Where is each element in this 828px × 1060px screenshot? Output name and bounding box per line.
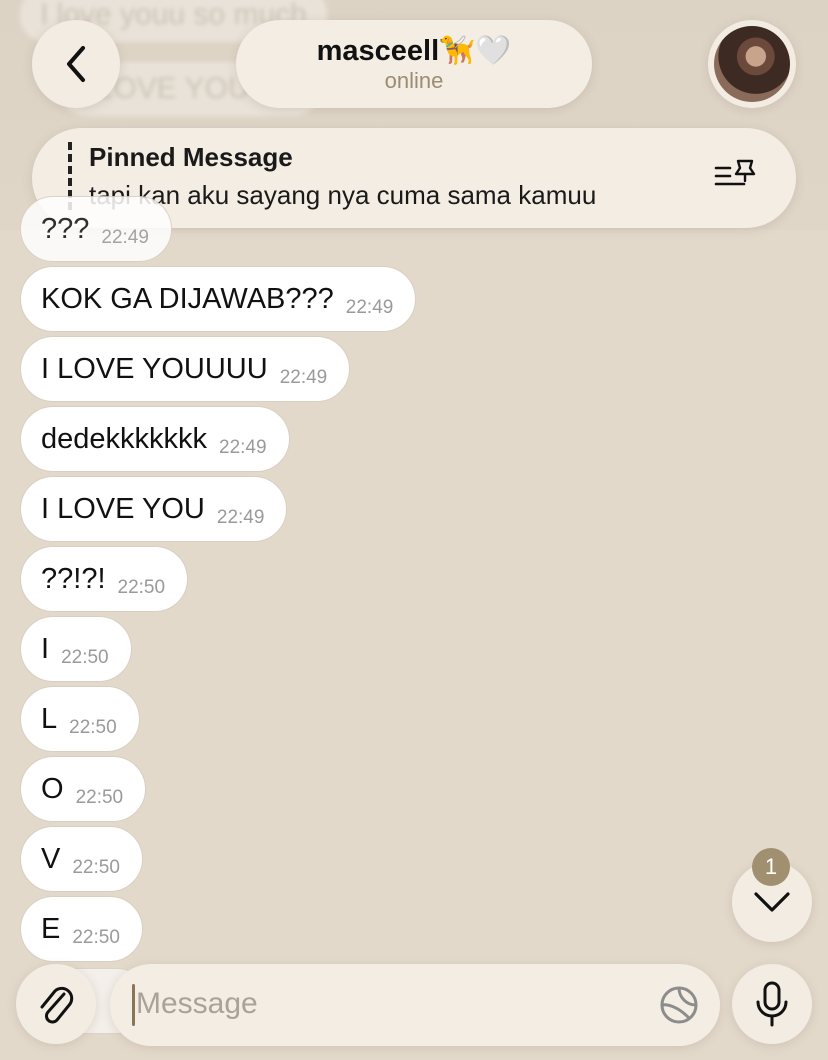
message-bubble[interactable]: dedekkkkkkk 22:49 xyxy=(20,406,290,472)
message-placeholder: Message xyxy=(136,987,258,1020)
message-time: 22:50 xyxy=(117,577,166,598)
message-text: I LOVE YOUUUU xyxy=(41,352,268,385)
message-time: 22:49 xyxy=(216,507,265,528)
message-text: KOK GA DIJAWAB??? xyxy=(41,282,334,315)
message-bubble[interactable]: I LOVE YOU 22:49 xyxy=(20,476,288,542)
pin-list-icon[interactable] xyxy=(714,158,758,194)
message-bubble[interactable]: V 22:50 xyxy=(20,826,143,892)
message-time: 22:49 xyxy=(279,367,328,388)
message-bubble[interactable]: O 22:50 xyxy=(20,756,147,822)
pinned-text: tapi kan aku sayang nya cuma sama kamuu xyxy=(89,180,597,210)
message-time: 22:50 xyxy=(72,927,120,948)
message-time: 22:49 xyxy=(219,437,267,458)
message-text: dedekkkkkkk xyxy=(41,422,208,455)
message-bubble[interactable]: ??? 22:49 xyxy=(20,196,172,262)
chevron-down-icon xyxy=(754,892,790,912)
microphone-icon xyxy=(756,981,788,1027)
text-caret xyxy=(132,984,135,1026)
contact-status: online xyxy=(384,68,444,93)
message-text: E xyxy=(41,912,61,945)
message-text: ??!?! xyxy=(41,562,106,595)
paperclip-icon xyxy=(40,986,74,1024)
message-bubble[interactable]: ??!?! 22:50 xyxy=(20,546,189,612)
message-time: 22:49 xyxy=(345,297,394,318)
voice-record-button[interactable] xyxy=(732,964,812,1044)
message-bubble[interactable]: L 22:50 xyxy=(20,686,140,752)
contact-avatar[interactable] xyxy=(708,20,796,108)
message-text: ??? xyxy=(41,212,90,245)
message-text: O xyxy=(41,772,64,805)
message-text: V xyxy=(41,842,61,875)
avatar-photo xyxy=(714,26,790,102)
message-text: I xyxy=(41,632,50,665)
message-bubble[interactable]: KOK GA DIJAWAB??? 22:49 xyxy=(20,266,417,332)
message-input[interactable]: Message xyxy=(110,964,720,1046)
message-bubble[interactable]: I LOVE YOUUUU 22:49 xyxy=(20,336,351,402)
unread-badge: 1 xyxy=(752,848,790,886)
message-bubble[interactable]: I 22:50 xyxy=(20,616,132,682)
message-time: 22:50 xyxy=(75,787,124,808)
attach-button[interactable] xyxy=(16,964,96,1044)
message-time: 22:50 xyxy=(61,647,109,668)
message-time: 22:50 xyxy=(69,717,117,738)
back-button[interactable] xyxy=(32,20,120,108)
contact-name: masceell🦮🤍 xyxy=(316,35,512,67)
message-text: I LOVE YOU xyxy=(41,492,205,525)
message-text: L xyxy=(41,702,58,735)
chevron-left-icon xyxy=(67,46,85,82)
message-bubble[interactable]: E 22:50 xyxy=(20,896,143,962)
sticker-icon[interactable] xyxy=(658,984,700,1026)
message-time: 22:50 xyxy=(72,857,120,878)
message-time: 22:49 xyxy=(101,227,149,248)
chat-title[interactable]: masceell🦮🤍 online xyxy=(236,20,592,108)
pinned-title: Pinned Message xyxy=(89,142,293,172)
